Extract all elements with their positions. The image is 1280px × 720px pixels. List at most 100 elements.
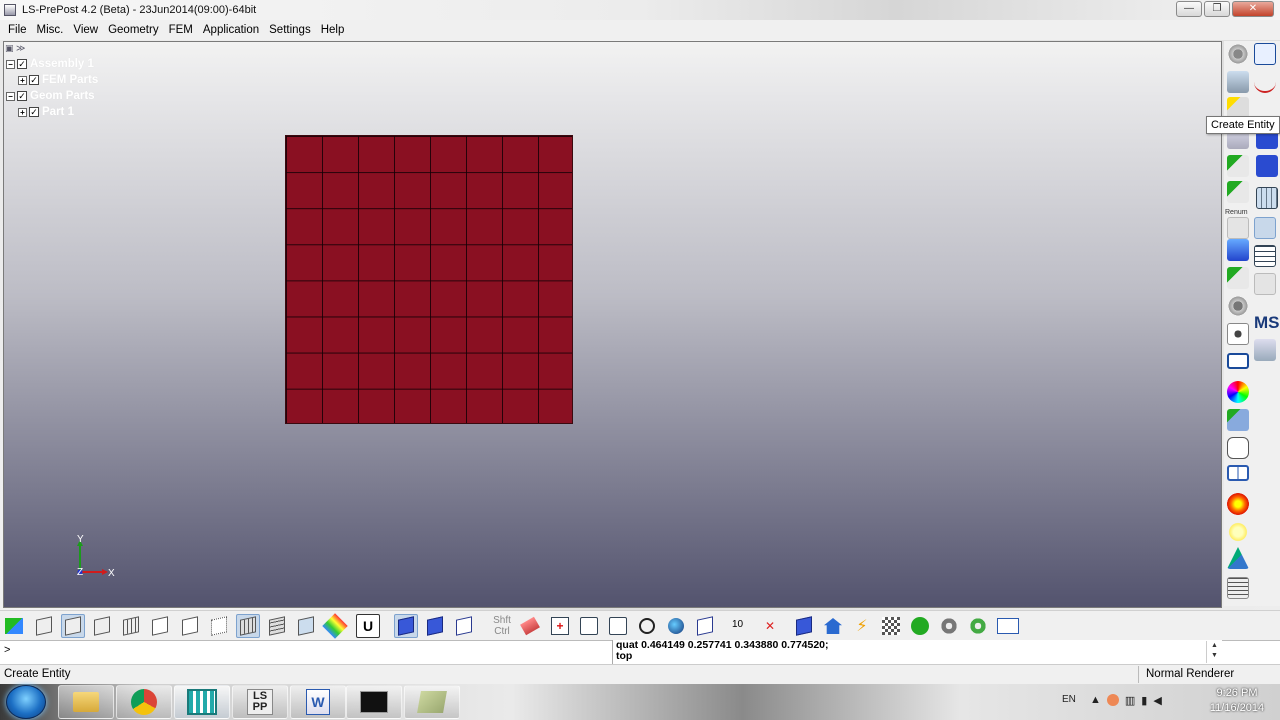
close-button[interactable]: ✕: [1232, 1, 1274, 17]
gear-green-icon[interactable]: [966, 614, 990, 638]
part-icon[interactable]: [1256, 155, 1278, 177]
language-indicator[interactable]: EN: [1062, 694, 1076, 705]
menu-view[interactable]: View: [68, 24, 103, 36]
checkbox-icon[interactable]: ✓: [17, 59, 27, 69]
view-cube-icon[interactable]: [693, 614, 717, 638]
tray-arrow-icon[interactable]: ▲: [1090, 694, 1101, 707]
lspp-icon[interactable]: LS PP: [232, 685, 288, 719]
node-icon[interactable]: [1227, 323, 1249, 345]
maximize-button[interactable]: ❐: [1204, 1, 1230, 17]
annotation-icon[interactable]: [1227, 437, 1249, 459]
doc-icon[interactable]: [1227, 217, 1249, 239]
play-icon[interactable]: [908, 614, 932, 638]
list-icon[interactable]: [1254, 273, 1276, 295]
grid-icon[interactable]: [1254, 217, 1276, 239]
expand-icon[interactable]: +: [18, 75, 27, 85]
globe-icon[interactable]: [664, 614, 688, 638]
menu-file[interactable]: File: [3, 24, 32, 36]
check-list-icon[interactable]: [1227, 267, 1249, 289]
tree-item-assembly[interactable]: − ✓ Assembly 1: [6, 56, 98, 72]
tray-app-icon[interactable]: [1106, 694, 1119, 706]
zoom-icon[interactable]: [577, 614, 601, 638]
curve-icon[interactable]: [1254, 71, 1276, 93]
shell-mesh[interactable]: [285, 135, 573, 424]
checkbox-icon[interactable]: ✓: [29, 107, 39, 117]
checkbox-icon[interactable]: ✓: [17, 91, 27, 101]
shaded-blue-icon[interactable]: [394, 614, 418, 638]
edges-icon[interactable]: [178, 614, 202, 638]
tree-item-fem-parts[interactable]: + ✓ FEM Parts: [6, 72, 98, 88]
u-display-icon[interactable]: U: [356, 614, 380, 638]
renumber-icon[interactable]: [1227, 181, 1249, 203]
tray-network-icon[interactable]: ▥: [1125, 694, 1135, 707]
tree-item-part-1[interactable]: + ✓ Part 1: [6, 104, 98, 120]
ls-dyna-manager-icon[interactable]: [174, 685, 230, 719]
command-scrollbar[interactable]: ▲ ▼: [1206, 641, 1222, 663]
menu-misc[interactable]: Misc.: [32, 24, 69, 36]
settings-gears-icon[interactable]: [1227, 295, 1249, 317]
zoom-window-icon[interactable]: [606, 614, 630, 638]
axes-icon[interactable]: ✕: [758, 614, 782, 638]
mesh-icon[interactable]: [1256, 187, 1278, 209]
hidden-line-icon[interactable]: [61, 614, 85, 638]
add-icon[interactable]: +: [548, 614, 572, 638]
home-icon[interactable]: [821, 614, 845, 638]
fringe-icon[interactable]: [322, 613, 348, 639]
tree-icon[interactable]: [1227, 547, 1249, 569]
menu-help[interactable]: Help: [316, 24, 350, 36]
solid-blue-icon[interactable]: [423, 614, 447, 638]
minimize-button[interactable]: —: [1176, 1, 1202, 17]
light-bulb-icon[interactable]: [1227, 521, 1249, 543]
box-blue-icon[interactable]: [792, 614, 816, 638]
notepad-icon[interactable]: [404, 685, 460, 719]
view-number-label[interactable]: 10: [732, 619, 743, 630]
fit-icon[interactable]: [2, 614, 26, 638]
lightning-icon[interactable]: ⚡: [850, 614, 874, 638]
arrow-grid-icon[interactable]: [1227, 577, 1249, 599]
gears-icon[interactable]: [1227, 43, 1249, 65]
expand-icon[interactable]: +: [18, 107, 27, 117]
elements-icon[interactable]: [294, 614, 318, 638]
transparent-icon[interactable]: [452, 614, 476, 638]
explode-icon[interactable]: [1227, 493, 1249, 515]
gear-icon[interactable]: [937, 614, 961, 638]
chrome-icon[interactable]: [116, 685, 172, 719]
rotate-icon[interactable]: [635, 614, 659, 638]
menu-application[interactable]: Application: [198, 24, 264, 36]
feature-line-icon[interactable]: [90, 614, 114, 638]
start-button[interactable]: [6, 685, 46, 719]
mesh-shaded-icon[interactable]: [265, 614, 289, 638]
layers-icon[interactable]: [1227, 239, 1249, 261]
mesh-edit-icon[interactable]: [1254, 245, 1276, 267]
tray-volume-icon[interactable]: ◀: [1153, 694, 1161, 707]
system-clock[interactable]: 9:26 PM 11/16/2014: [1200, 686, 1274, 716]
menu-fem[interactable]: FEM: [164, 24, 198, 36]
stack-icon[interactable]: [1227, 71, 1249, 93]
tree-item-geom-parts[interactable]: − ✓ Geom Parts: [6, 88, 98, 104]
tree-collapse-icon[interactable]: ▣ ≫: [5, 43, 25, 54]
word-icon[interactable]: W: [290, 685, 346, 719]
collapse-icon[interactable]: −: [6, 91, 15, 101]
graphics-viewport[interactable]: ▣ ≫ − ✓ Assembly 1 + ✓ FEM Parts − ✓ Geo…: [3, 41, 1222, 608]
menu-settings[interactable]: Settings: [264, 24, 316, 36]
split-view-icon[interactable]: [1227, 465, 1249, 481]
tray-signal-icon[interactable]: ▮: [1141, 694, 1147, 707]
check-doc-icon[interactable]: [1227, 155, 1249, 177]
eraser-icon[interactable]: [518, 614, 542, 638]
menu-geometry[interactable]: Geometry: [103, 24, 164, 36]
window-icon[interactable]: [1227, 353, 1249, 369]
collapse-icon[interactable]: −: [6, 59, 15, 69]
checker-icon[interactable]: [879, 614, 903, 638]
color-cube-icon[interactable]: [1227, 409, 1249, 431]
checkbox-icon[interactable]: ✓: [29, 75, 39, 85]
database-icon[interactable]: [1254, 339, 1276, 361]
shaded-icon[interactable]: [32, 614, 56, 638]
select-icon[interactable]: [1254, 43, 1276, 65]
cmd-icon[interactable]: [346, 685, 402, 719]
outline-icon[interactable]: [148, 614, 172, 638]
points-icon[interactable]: [207, 614, 231, 638]
explorer-icon[interactable]: [58, 685, 114, 719]
ms-label[interactable]: MS: [1254, 313, 1280, 333]
color-wheel-icon[interactable]: [1227, 381, 1249, 403]
mesh-lines-icon[interactable]: [236, 614, 260, 638]
